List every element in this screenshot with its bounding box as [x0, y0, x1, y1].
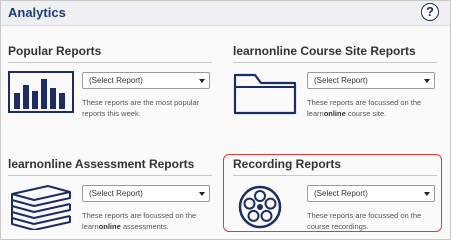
page-title: Analytics	[8, 5, 66, 20]
desc-bold: online	[323, 109, 346, 118]
help-button[interactable]: ?	[421, 3, 439, 21]
report-select[interactable]: (Select Report)	[82, 185, 210, 202]
card-description: These reports are the most popular repor…	[82, 98, 200, 118]
card-description: These reports are focussed on the learno…	[82, 210, 214, 232]
desc-text: assessments.	[120, 222, 169, 231]
report-select[interactable]: (Select Report)	[307, 72, 435, 89]
select-value: (Select Report)	[314, 76, 368, 85]
card-title: Popular Reports	[8, 44, 102, 58]
dropdown-arrow-icon	[199, 79, 205, 83]
divider	[8, 62, 212, 63]
report-select[interactable]: (Select Report)	[82, 72, 210, 89]
select-value: (Select Report)	[89, 76, 143, 85]
select-value: (Select Report)	[89, 189, 143, 198]
highlight-box	[223, 154, 442, 232]
divider	[8, 175, 212, 176]
bar-chart-icon	[8, 71, 74, 113]
panel-header: Analytics ?	[1, 1, 450, 26]
desc-text: course site.	[345, 109, 387, 118]
dropdown-arrow-icon	[199, 192, 205, 196]
divider	[233, 62, 437, 63]
books-icon	[11, 185, 71, 230]
analytics-panel: Analytics ? Popular Reports (Select Repo…	[0, 0, 451, 240]
card-description: These reports are focussed on the learno…	[307, 97, 439, 119]
card-title: learnonline Course Site Reports	[233, 44, 416, 58]
dropdown-arrow-icon	[424, 79, 430, 83]
folder-icon	[233, 73, 297, 115]
card-title: learnonline Assessment Reports	[8, 157, 195, 171]
desc-bold: online	[98, 222, 121, 231]
